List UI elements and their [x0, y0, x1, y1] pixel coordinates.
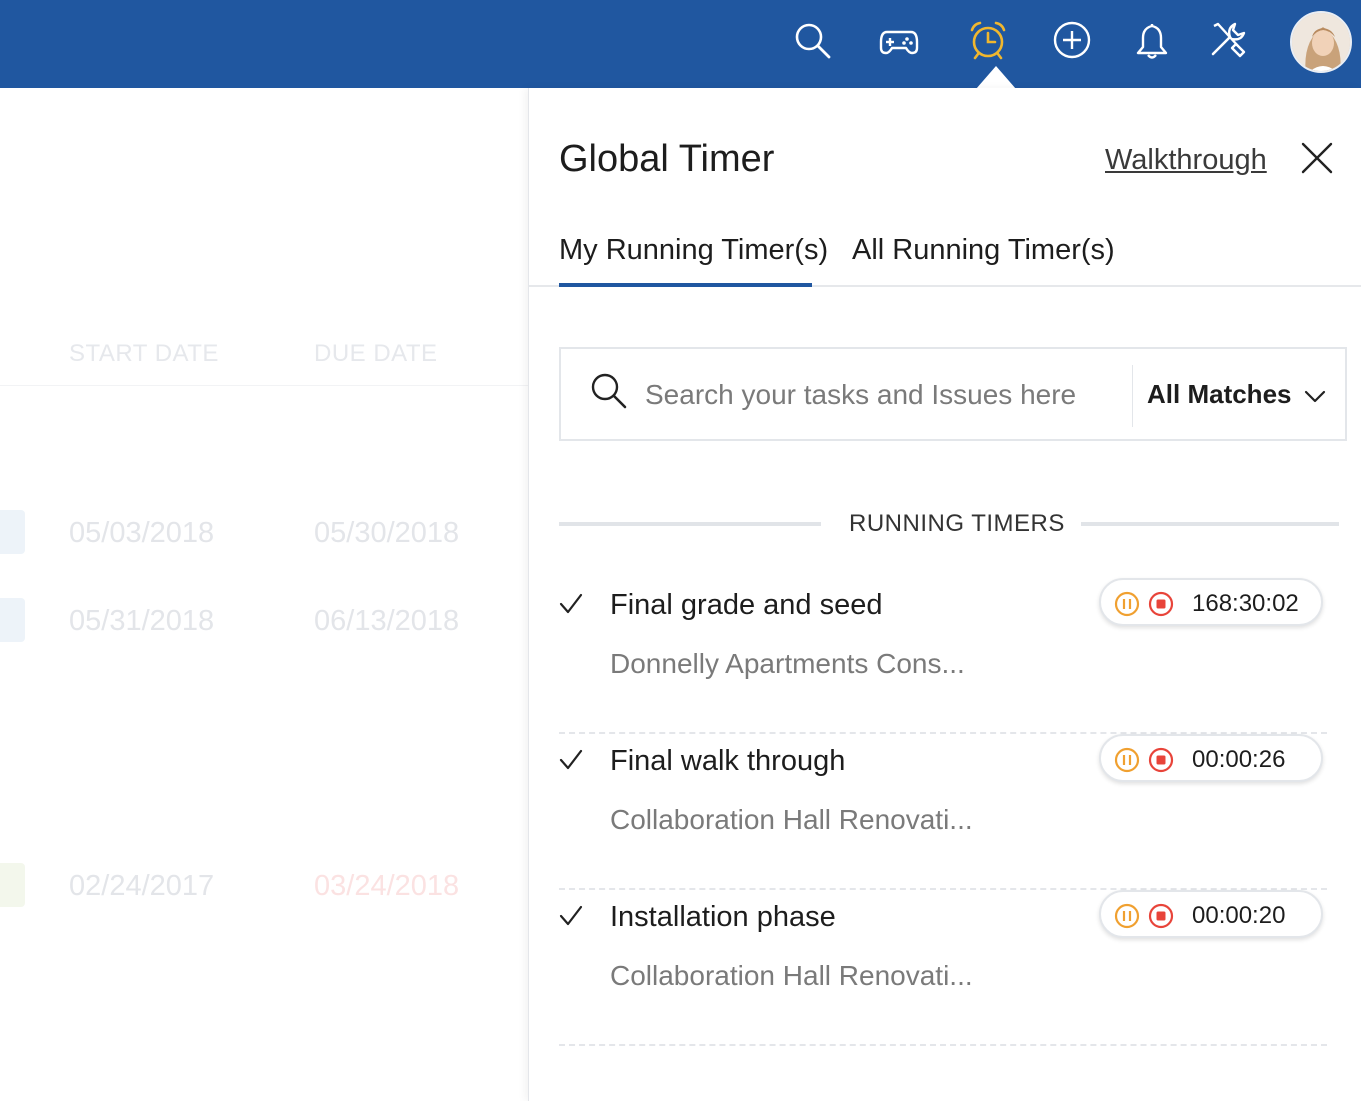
walkthrough-link[interactable]: Walkthrough [1105, 144, 1267, 177]
timer-row[interactable]: Final grade and seed Donnelly Apartments… [559, 578, 1327, 734]
due-date-header: DUE DATE [314, 340, 438, 367]
panel-title: Global Timer [559, 138, 775, 180]
pause-icon[interactable] [1114, 747, 1140, 773]
user-photo-icon [1292, 13, 1350, 71]
section-divider-right [1081, 522, 1339, 526]
timer-controls: 00:00:26 [1099, 734, 1323, 782]
search-button[interactable] [788, 16, 836, 64]
search-icon [591, 373, 627, 409]
task-title[interactable]: Final walk through [610, 745, 845, 778]
start-date-cell: 05/03/2018 [69, 517, 215, 549]
task-search-box: All Matches [559, 347, 1347, 441]
elapsed-time: 00:00:20 [1192, 902, 1286, 929]
row-chip [0, 863, 25, 907]
tab-my-running-timers[interactable]: My Running Timer(s) [559, 234, 828, 267]
stop-icon[interactable] [1148, 591, 1174, 617]
stop-icon[interactable] [1148, 903, 1174, 929]
search-input[interactable] [645, 373, 1125, 417]
running-timers-heading: RUNNING TIMERS [849, 510, 1065, 537]
header-divider [0, 385, 528, 386]
task-title[interactable]: Installation phase [610, 901, 836, 934]
active-tab-indicator [559, 283, 812, 287]
background-task-list: START DATE DUE DATE 05/03/2018 05/30/201… [0, 88, 528, 1101]
gamification-button[interactable] [875, 16, 923, 64]
row-chip [0, 510, 25, 554]
plus-circle-icon [1053, 21, 1091, 59]
add-button[interactable] [1048, 16, 1096, 64]
alarm-clock-icon [970, 21, 1006, 60]
due-date-cell: 05/30/2018 [314, 517, 460, 549]
due-date-cell: 06/13/2018 [314, 605, 460, 637]
due-date-cell-overdue: 03/24/2018 [314, 870, 460, 902]
elapsed-time: 00:00:26 [1192, 746, 1286, 773]
timer-row[interactable]: Installation phase Collaboration Hall Re… [559, 890, 1327, 1046]
start-date-cell: 02/24/2017 [69, 870, 215, 902]
pause-icon[interactable] [1114, 591, 1140, 617]
project-name: Collaboration Hall Renovati... [610, 804, 973, 835]
chevron-down-icon[interactable] [1303, 386, 1327, 406]
gamepad-icon [879, 30, 919, 55]
top-navigation-bar [0, 0, 1361, 89]
settings-tools-button[interactable] [1204, 16, 1252, 64]
global-timer-button[interactable] [964, 16, 1012, 64]
pause-icon[interactable] [1114, 903, 1140, 929]
task-title[interactable]: Final grade and seed [610, 589, 882, 622]
section-divider-left [559, 522, 821, 526]
tools-icon [1211, 22, 1246, 58]
project-name: Donnelly Apartments Cons... [610, 648, 965, 679]
tab-all-running-timers[interactable]: All Running Timer(s) [852, 234, 1115, 267]
global-timer-panel: Global Timer Walkthrough My Running Time… [528, 88, 1361, 1101]
timer-controls: 00:00:20 [1099, 890, 1323, 938]
start-date-header: START DATE [69, 340, 219, 367]
timer-row[interactable]: Final walk through Collaboration Hall Re… [559, 734, 1327, 890]
notifications-button[interactable] [1128, 16, 1176, 64]
user-avatar[interactable] [1290, 11, 1352, 73]
checkmark-icon[interactable] [559, 904, 583, 928]
timer-controls: 168:30:02 [1099, 578, 1323, 626]
checkmark-icon[interactable] [559, 592, 583, 616]
checkmark-icon[interactable] [559, 748, 583, 772]
start-date-cell: 05/31/2018 [69, 605, 215, 637]
stop-icon[interactable] [1148, 747, 1174, 773]
row-divider [559, 1044, 1327, 1046]
search-divider [1132, 365, 1133, 427]
popover-caret [976, 66, 1016, 89]
row-chip [0, 598, 25, 642]
close-icon[interactable] [1299, 140, 1335, 176]
bell-icon [1136, 23, 1168, 59]
project-name: Collaboration Hall Renovati... [610, 960, 973, 991]
search-icon [795, 23, 831, 59]
match-filter-dropdown[interactable]: All Matches [1147, 379, 1292, 410]
elapsed-time: 168:30:02 [1192, 590, 1299, 617]
